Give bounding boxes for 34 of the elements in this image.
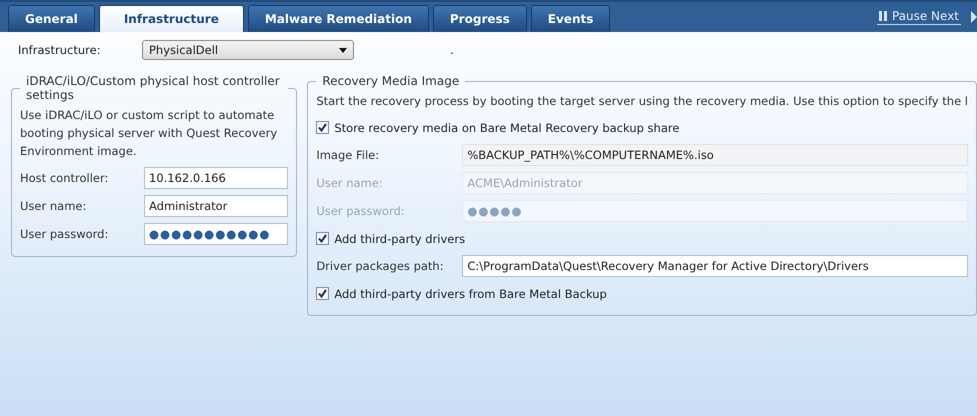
tab[interactable]: Events <box>530 5 610 32</box>
infrastructure-label: Infrastructure: <box>18 43 102 57</box>
scroll-right-icon[interactable] <box>971 11 977 23</box>
tab[interactable]: Infrastructure <box>98 5 244 32</box>
field-label: Image File: <box>316 148 380 162</box>
dropdown-arrow-icon <box>339 48 347 52</box>
group-description: Start the recovery process by booting the target server using the recovery media. Use this option to specify the l <box>316 93 968 110</box>
group-title: iDRAC/iLO/Custom physical host controller settings <box>25 74 281 102</box>
checkbox-label: Add third-party drivers from Bare Metal Backup <box>334 286 607 300</box>
field-label: User name: <box>20 199 88 213</box>
checkbox-label: Store recovery media on Bare Metal Recovery backup share <box>334 120 680 134</box>
group-title: Recovery Media Image <box>321 74 460 88</box>
checkbox[interactable] <box>316 232 330 245</box>
input-field[interactable]: 10.162.0.166 <box>144 167 288 189</box>
group-description: Use iDRAC/iLO or custom script to automate booting physical server with Quest Recovery Environment image. <box>20 107 278 160</box>
pause-next-button[interactable]: Pause Next <box>876 9 961 25</box>
tab[interactable]: Progress <box>432 5 527 32</box>
pause-icon <box>878 11 887 21</box>
field-label: Driver packages path: <box>316 259 445 273</box>
dot-mark: . <box>450 43 454 57</box>
field-label: User name: <box>316 176 384 190</box>
input-field[interactable]: ●●●●●●●●●●● <box>144 223 288 245</box>
input-field[interactable]: %BACKUP_PATH%\%COMPUTERNAME%.iso <box>462 144 968 166</box>
field-label: User password: <box>20 227 110 241</box>
checkbox[interactable] <box>316 121 330 134</box>
tab[interactable]: General <box>8 5 95 32</box>
field-label: Host controller: <box>20 171 110 185</box>
checkbox[interactable] <box>316 287 330 300</box>
checkbox-label: Add third-party drivers <box>334 232 466 246</box>
input-field[interactable]: C:\ProgramData\Quest\Recovery Manager for Active Directory\Drivers <box>462 255 968 277</box>
field-label: User password: <box>316 204 406 218</box>
tab[interactable]: Malware Remediation <box>248 5 429 32</box>
input-field[interactable]: Administrator <box>144 195 288 217</box>
infrastructure-dropdown[interactable]: PhysicalDell <box>142 40 354 60</box>
